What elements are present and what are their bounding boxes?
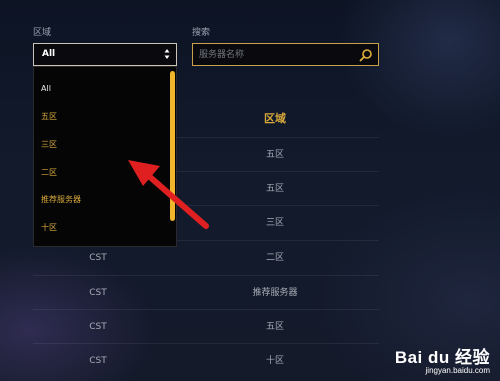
annotation-arrow-icon xyxy=(128,160,209,229)
baidu-logo: Bai du 经验 xyxy=(394,348,490,367)
baidu-watermark: Bai du 经验 jingyan.baidu.com xyxy=(395,343,490,375)
